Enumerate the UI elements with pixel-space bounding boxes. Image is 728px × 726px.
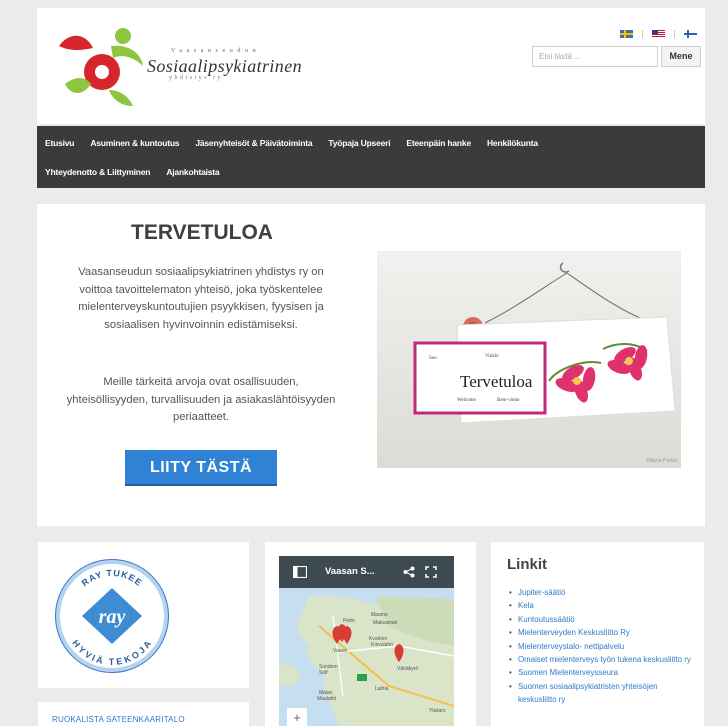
nav-row-2: Yhteydenotto & Liittyminen Ajankohtaista (37, 157, 227, 187)
links-card: Linkit Jupiter-säätiö Kela Kuntoutussäät… (491, 542, 704, 726)
map-label: Solf (319, 670, 328, 676)
logo-text[interactable]: Vaasanseudun Sosiaalipsykiatrinen yhdist… (147, 48, 302, 81)
fullscreen-icon[interactable] (425, 566, 437, 578)
swedish-flag-icon[interactable] (620, 30, 633, 38)
nav-item-yhteydenotto[interactable]: Yhteydenotto & Liittyminen (37, 167, 158, 177)
flag-divider (642, 30, 643, 38)
logo-name-text: Sosiaalipsykiatrinen (147, 56, 302, 76)
main-navigation: Etusivu Asuminen & kuntoutus Jäsenyhteis… (37, 126, 705, 188)
map-label: Laihia (375, 686, 389, 692)
nav-item-henkilokunta[interactable]: Henkilökunta (479, 138, 546, 148)
nav-item-jasenyhteisot[interactable]: Jäsenyhteisöt & Päivätoiminta (187, 138, 320, 148)
menu-link[interactable]: RUOKALISTA SATEENKAARITALO (52, 715, 185, 724)
link-item[interactable]: Suomen Mielenterveysseura (508, 666, 698, 680)
search-input[interactable]: Etsi tästä ... (532, 46, 658, 67)
welcome-photo: Tervetuloa Soo Vinkki Welcome Bem-vindo … (377, 251, 681, 468)
menu-card: RUOKALISTA SATEENKAARITALO (38, 702, 249, 726)
map-label: Maksaman (373, 620, 398, 626)
site-header: Vaasanseudun Sosiaalipsykiatrinen yhdist… (37, 8, 705, 124)
join-button[interactable]: LIITY TÄSTÄ (125, 450, 277, 486)
map-label: Vähäkyrö (397, 666, 418, 672)
nav-item-eteenpain[interactable]: Eteenpäin hanke (398, 138, 479, 148)
ray-sponsor-card: ray RAY TUKEE HYVIÄ TEKOJA (38, 542, 249, 688)
sign-word: Vinkki (485, 354, 499, 359)
map-label: Maamo (371, 612, 388, 618)
map-header: Vaasan S... (279, 556, 454, 588)
sign-word: Soo (429, 356, 437, 361)
logo-top-text: Vaasanseudun (171, 48, 261, 54)
values-paragraph: Meille tärkeitä arvoja ovat osallisuuden… (66, 376, 336, 423)
nav-item-asuminen[interactable]: Asuminen & kuntoutus (82, 138, 187, 148)
language-switcher (620, 30, 697, 38)
search-button[interactable]: Mene (661, 46, 701, 67)
link-item[interactable]: Kela (508, 599, 698, 613)
map-label: Ylistaro (429, 708, 446, 714)
map-zoom-in-button[interactable]: + (287, 708, 307, 726)
links-title: Linkit (507, 556, 547, 573)
link-item[interactable]: Omaiset mielenterveys työn tukena keskus… (508, 653, 698, 667)
link-item[interactable]: Jupiter-säätiö (508, 586, 698, 600)
link-item[interactable]: Mielenterveyden Keskusliitto Ry (508, 626, 698, 640)
english-flag-icon[interactable] (652, 30, 665, 38)
nav-item-ajankohtaista[interactable]: Ajankohtaista (158, 167, 227, 177)
nav-row-1: Etusivu Asuminen & kuntoutus Jäsenyhteis… (37, 128, 546, 158)
nav-item-tyopaja[interactable]: Työpaja Upseeri (320, 138, 398, 148)
link-item[interactable]: Kuntoutussäätiö (508, 613, 698, 627)
share-icon[interactable] (403, 566, 415, 578)
welcome-sign-illustration: Tervetuloa Soo Vinkki Welcome Bem-vindo (413, 262, 676, 424)
ray-center-text: ray (99, 606, 126, 628)
ray-badge-icon[interactable]: ray RAY TUKEE HYVIÄ TEKOJA (54, 556, 170, 674)
map-embed[interactable]: Pettri Maamo Maksaman Kvarken Koivulahti… (279, 556, 454, 726)
sign-word: Bem-vindo (497, 398, 520, 403)
map-label: Maalahti (317, 696, 336, 702)
intro-paragraph: Vaasanseudun sosiaalipsykiatrinen yhdist… (78, 266, 324, 331)
page-title: TERVETULOA (131, 221, 273, 244)
finnish-flag-icon[interactable] (684, 30, 697, 38)
logo-icon[interactable] (55, 24, 145, 108)
map-card: Pettri Maamo Maksaman Kvarken Koivulahti… (265, 542, 476, 726)
link-item[interactable]: Suomen sosiaalipsykiatristen yhteisöjen … (508, 680, 698, 707)
links-list: Jupiter-säätiö Kela Kuntoutussäätiö Miel… (508, 586, 698, 707)
flag-divider (674, 30, 675, 38)
link-item[interactable]: Mielenterveystalo- nettipalvelu (508, 640, 698, 654)
map-label: Koivulahti (371, 642, 393, 648)
photo-credit: ©Nona Perkis (646, 458, 677, 464)
map-title[interactable]: Vaasan S... (325, 566, 375, 577)
sign-word: Welcome (457, 398, 477, 403)
map-sidebar-icon[interactable] (293, 566, 307, 578)
map-label: Vaasa (333, 648, 347, 654)
welcome-section: TERVETULOA Vaasanseudun sosiaalipsykiatr… (37, 204, 705, 526)
map-label: Pettri (343, 618, 355, 624)
sign-main-text: Tervetuloa (460, 372, 533, 391)
nav-item-etusivu[interactable]: Etusivu (37, 138, 82, 148)
